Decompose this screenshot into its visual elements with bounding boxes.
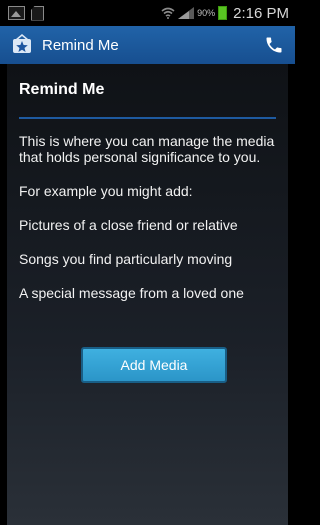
example-item-message: A special message from a loved one bbox=[19, 285, 244, 301]
sd-card-icon bbox=[31, 5, 44, 21]
phone-icon bbox=[266, 37, 282, 53]
status-right-icons: 90% 2:16 PM bbox=[161, 5, 289, 22]
app-bar: Remind Me bbox=[0, 26, 295, 64]
section-title: Remind Me bbox=[19, 81, 105, 98]
screen: 90% 2:16 PM Remind Me Remind Me This is … bbox=[0, 0, 295, 525]
description-text: This is where you can manage the media t… bbox=[19, 133, 275, 165]
battery-percent: 90% bbox=[197, 8, 216, 18]
status-bar: 90% 2:16 PM bbox=[0, 0, 295, 26]
status-time: 2:16 PM bbox=[233, 4, 289, 22]
example-item-songs: Songs you find particularly moving bbox=[19, 251, 233, 267]
star-logo-icon[interactable] bbox=[10, 33, 34, 57]
battery-icon bbox=[218, 6, 228, 20]
status-left-icons bbox=[8, 5, 44, 21]
add-media-button[interactable]: Add Media bbox=[81, 347, 227, 383]
content-panel: Remind Me This is where you can manage t… bbox=[7, 64, 288, 525]
image-icon bbox=[8, 6, 25, 20]
signal-icon bbox=[178, 7, 195, 19]
example-item-picture: Pictures of a close friend or relative bbox=[19, 217, 238, 233]
call-button[interactable] bbox=[263, 34, 285, 56]
title-divider bbox=[19, 117, 276, 119]
wifi-icon bbox=[161, 7, 175, 19]
app-title: Remind Me bbox=[42, 36, 119, 54]
example-intro-text: For example you might add: bbox=[19, 183, 193, 199]
